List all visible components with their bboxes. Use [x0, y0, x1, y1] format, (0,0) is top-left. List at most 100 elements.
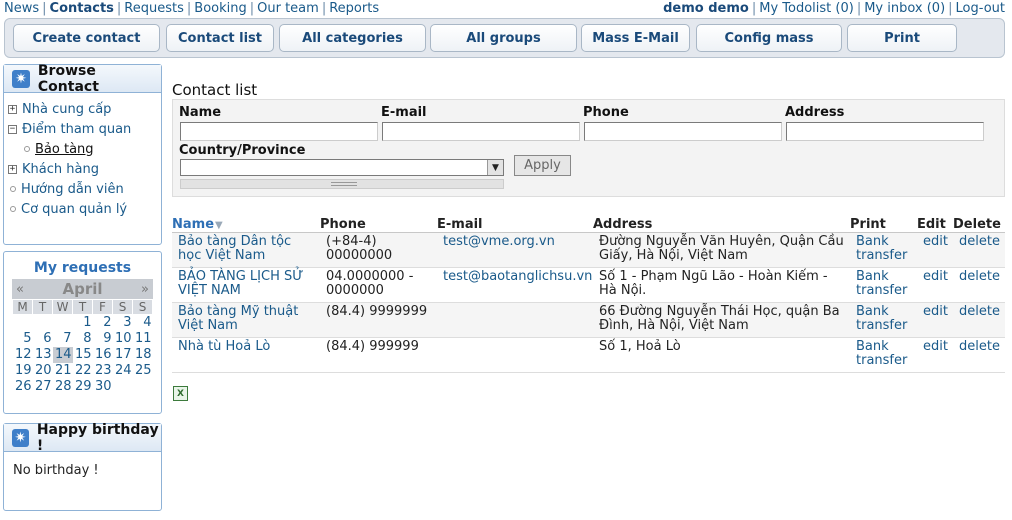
calendar-day[interactable]: 26 — [13, 379, 33, 395]
delete-link[interactable]: delete — [959, 340, 1000, 354]
tree-item-label[interactable]: Khách hàng — [22, 162, 99, 177]
calendar-day[interactable]: 21 — [53, 363, 73, 379]
calendar-day[interactable]: 6 — [33, 331, 53, 347]
tree-item-agencies[interactable]: Cơ quan quản lý — [8, 199, 161, 219]
contact-address: Số 1, Hoả Lò — [599, 339, 681, 354]
contact-name-link[interactable]: Bảo tàng Mỹ thuật Việt Nam — [178, 305, 318, 333]
calendar-day[interactable]: 3 — [113, 315, 133, 331]
calendar-day[interactable]: 29 — [73, 379, 93, 395]
tree-item-guides[interactable]: Hướng dẫn viên — [8, 179, 161, 199]
select-resize-handle[interactable] — [180, 179, 504, 189]
tree-item-label[interactable]: Cơ quan quản lý — [21, 202, 127, 217]
calendar-day[interactable]: 20 — [33, 363, 53, 379]
mass-email-button[interactable]: Mass E-Mail — [581, 24, 690, 52]
name-filter-input[interactable] — [180, 122, 378, 141]
chevron-down-icon[interactable]: ▼ — [487, 160, 503, 175]
address-filter-input[interactable] — [786, 122, 984, 141]
calendar-day[interactable]: 25 — [133, 363, 153, 379]
contact-email-link[interactable]: test@vme.org.vn — [443, 235, 555, 249]
expand-icon[interactable]: + — [8, 104, 17, 114]
calendar-day[interactable]: 19 — [13, 363, 33, 379]
tree-item-customers[interactable]: + Khách hàng — [8, 159, 161, 179]
calendar-day[interactable]: 30 — [93, 379, 113, 395]
calendar-day[interactable]: 11 — [133, 331, 153, 347]
tree-item-label[interactable]: Điểm tham quan — [22, 122, 131, 137]
email-filter-input[interactable] — [382, 122, 580, 141]
name-column-label[interactable]: Name — [172, 217, 214, 232]
calendar-day[interactable]: 8 — [73, 331, 93, 347]
phone-filter-input[interactable] — [584, 122, 782, 141]
calendar-day[interactable]: 4 — [133, 315, 153, 331]
nav-our-team[interactable]: Our team — [257, 1, 319, 16]
calendar-day[interactable]: 9 — [93, 331, 113, 347]
todolist-link[interactable]: My Todolist (0) — [759, 1, 854, 16]
edit-link[interactable]: edit — [923, 235, 948, 249]
nav-news[interactable]: News — [4, 1, 39, 16]
calendar-day[interactable]: 18 — [133, 347, 153, 363]
contact-table: Name▼ Phone E-mail Address Print Edit De… — [172, 216, 1005, 373]
edit-link[interactable]: edit — [923, 270, 948, 284]
next-month-button[interactable]: » — [141, 282, 149, 297]
contact-toolbar: Create contact Contact list All categori… — [4, 18, 1005, 58]
tree-item-attractions[interactable]: − Điểm tham quan — [8, 119, 161, 139]
calendar-day[interactable]: 16 — [93, 347, 113, 363]
contact-name-link[interactable]: Bảo tàng Dân tộc học Việt Nam — [178, 235, 318, 263]
delete-link[interactable]: delete — [959, 270, 1000, 284]
contact-name-link[interactable]: BẢO TÀNG LỊCH SỬ VIỆT NAM — [178, 270, 318, 298]
calendar-day[interactable]: 27 — [33, 379, 53, 395]
all-groups-button[interactable]: All groups — [430, 24, 577, 52]
calendar-day[interactable]: 22 — [73, 363, 93, 379]
calendar-day[interactable]: 28 — [53, 379, 73, 395]
edit-link[interactable]: edit — [923, 340, 948, 354]
collapse-icon[interactable]: − — [8, 124, 17, 134]
tree-item-museums[interactable]: Bảo tàng — [8, 139, 161, 159]
calendar-day[interactable]: 5 — [13, 331, 33, 347]
nav-contacts[interactable]: Contacts — [50, 1, 114, 16]
nav-requests[interactable]: Requests — [124, 1, 184, 16]
contact-list-button[interactable]: Contact list — [166, 24, 274, 52]
calendar-day[interactable]: 10 — [113, 331, 133, 347]
all-categories-button[interactable]: All categories — [279, 24, 426, 52]
config-mass-button[interactable]: Config mass — [696, 24, 842, 52]
calendar-day[interactable]: 12 — [13, 347, 33, 363]
weekday-label: S — [112, 299, 133, 315]
prev-month-button[interactable]: « — [16, 282, 24, 297]
calendar-day[interactable]: 24 — [113, 363, 133, 379]
calendar-day[interactable]: 17 — [113, 347, 133, 363]
create-contact-button[interactable]: Create contact — [13, 24, 160, 52]
delete-link[interactable]: delete — [959, 305, 1000, 319]
expand-icon[interactable]: + — [8, 164, 17, 174]
calendar-day[interactable]: 23 — [93, 363, 113, 379]
tree-item-label[interactable]: Nhà cung cấp — [22, 102, 111, 117]
print-bank-transfer-link[interactable]: Bank transfer — [856, 305, 916, 333]
tree-item-suppliers[interactable]: + Nhà cung cấp — [8, 99, 161, 119]
calendar-day[interactable]: 1 — [73, 315, 93, 331]
contact-name-link[interactable]: Nhà tù Hoả Lò — [178, 340, 318, 354]
weekday-label: M — [12, 299, 33, 315]
logout-link[interactable]: Log-out — [956, 1, 1005, 16]
contact-email-link[interactable]: test@baotanglichsu.vn — [443, 270, 592, 284]
print-bank-transfer-link[interactable]: Bank transfer — [856, 270, 916, 298]
tree-item-label[interactable]: Hướng dẫn viên — [21, 182, 124, 197]
calendar-day[interactable]: 15 — [73, 347, 93, 363]
calendar-day[interactable]: 14 — [52, 346, 73, 363]
nav-booking[interactable]: Booking — [194, 1, 246, 16]
print-bank-transfer-link[interactable]: Bank transfer — [856, 340, 916, 368]
calendar-day[interactable]: 2 — [93, 315, 113, 331]
browse-contact-header: ✷ Browse Contact — [4, 63, 161, 95]
current-user: demo demo — [663, 1, 749, 16]
excel-export-icon[interactable]: X — [173, 386, 188, 401]
print-bank-transfer-link[interactable]: Bank transfer — [856, 235, 916, 263]
country-select[interactable]: ▼ — [180, 159, 504, 176]
inbox-link[interactable]: My inbox (0) — [864, 1, 945, 16]
nav-separator: | — [42, 1, 47, 16]
apply-button[interactable]: Apply — [514, 155, 571, 176]
delete-link[interactable]: delete — [959, 235, 1000, 249]
name-column-header[interactable]: Name▼ — [172, 217, 223, 232]
tree-item-label[interactable]: Bảo tàng — [35, 142, 94, 157]
calendar-day[interactable]: 7 — [53, 331, 73, 347]
calendar-day[interactable]: 13 — [33, 347, 53, 363]
print-button[interactable]: Print — [847, 24, 957, 52]
edit-link[interactable]: edit — [923, 305, 948, 319]
nav-reports[interactable]: Reports — [329, 1, 379, 16]
